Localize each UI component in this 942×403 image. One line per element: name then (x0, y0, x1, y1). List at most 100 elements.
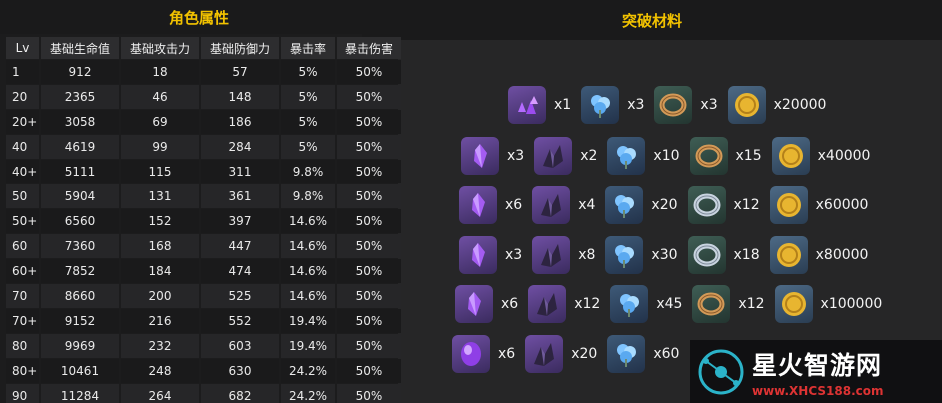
col-header-lv: Lv (6, 37, 39, 59)
dark-shard-icon (528, 285, 567, 323)
gold-coin-icon (727, 86, 766, 124)
silver-ring-icon (687, 186, 726, 224)
table-row: 40+ 5111 115 311 9.8% 50% (6, 159, 401, 184)
dark-shard-icon (532, 236, 571, 274)
table-cell: 474 (201, 259, 279, 284)
blue-flower-icon (610, 285, 649, 323)
table-cell: 9152 (41, 308, 119, 333)
material-item: x20000 (727, 86, 827, 124)
table-cell: 50% (337, 358, 401, 383)
table-cell: 184 (121, 259, 199, 284)
table-cell: 40 (6, 134, 39, 159)
table-row: 80+ 10461 248 630 24.2% 50% (6, 358, 401, 383)
table-cell: 90 (6, 383, 39, 403)
table-cell: 7852 (41, 259, 119, 284)
table-cell: 18 (121, 60, 199, 84)
table-cell: 912 (41, 60, 119, 84)
table-cell: 50% (337, 84, 401, 109)
table-cell: 70 (6, 284, 39, 308)
table-cell: 5% (281, 84, 335, 109)
table-cell: 5111 (41, 159, 119, 184)
bronze-ring-icon (654, 86, 693, 124)
material-item: x1 (508, 86, 571, 124)
material-row: x3 x2 x10 x15 x40000 (461, 137, 880, 175)
purple-crystal-icon (455, 285, 493, 323)
table-cell: 8660 (41, 284, 119, 308)
table-cell: 80 (6, 333, 39, 358)
table-cell: 50 (6, 184, 39, 209)
table-row: 60+ 7852 184 474 14.6% 50% (6, 259, 401, 284)
material-item: x8 (532, 236, 595, 274)
material-item: x12 (692, 285, 765, 323)
material-quantity: x12 (574, 296, 601, 312)
material-item: x12 (687, 186, 760, 224)
table-cell: 168 (121, 234, 199, 259)
table-row: 1 912 18 57 5% 50% (6, 60, 401, 84)
table-cell: 14.6% (281, 209, 335, 234)
material-item: x18 (687, 236, 760, 274)
table-cell: 9.8% (281, 159, 335, 184)
material-quantity: x15 (735, 148, 762, 164)
material-quantity: x20 (651, 197, 678, 213)
dark-shard-icon (525, 335, 564, 373)
gold-coin-icon (774, 285, 813, 323)
materials-header: 突破材料 (362, 0, 942, 40)
table-cell: 216 (121, 308, 199, 333)
table-cell: 50% (337, 109, 401, 134)
material-quantity: x6 (505, 197, 523, 213)
material-item: x2 (534, 137, 597, 175)
table-row: 60 7360 168 447 14.6% 50% (6, 234, 401, 259)
stats-header: 角色属性 (0, 0, 398, 34)
watermark-logo-icon (698, 349, 744, 394)
col-header-crit-rate: 暴击率 (281, 37, 335, 59)
stats-table: Lv 基础生命值 基础攻击力 基础防御力 暴击率 暴击伤害 1 912 18 57 5%… (4, 36, 403, 403)
table-cell: 40+ (6, 159, 39, 184)
col-header-def: 基础防御力 (201, 37, 279, 59)
table-cell: 447 (201, 234, 279, 259)
table-cell: 630 (201, 358, 279, 383)
table-cell: 5904 (41, 184, 119, 209)
table-cell: 525 (201, 284, 279, 308)
table-cell: 361 (201, 184, 279, 209)
gold-coin-icon (769, 186, 808, 224)
material-row: x6 x12 x45 x12 x100000 (455, 285, 892, 323)
purple-crystal-cluster-icon (508, 86, 546, 124)
table-row: 20 2365 46 148 5% 50% (6, 84, 401, 109)
col-header-atk: 基础攻击力 (121, 37, 199, 59)
silver-ring-icon (687, 236, 726, 274)
table-cell: 284 (201, 134, 279, 159)
material-item: x6 (455, 285, 518, 323)
material-item: x6 (459, 186, 522, 224)
material-row: x1 x3 x3 x20000 (508, 86, 836, 124)
material-item: x45 (610, 285, 682, 323)
gold-coin-icon (771, 137, 810, 175)
table-cell: 57 (201, 60, 279, 84)
table-cell: 46 (121, 84, 199, 109)
table-cell: 50% (337, 308, 401, 333)
material-item: x30 (605, 236, 678, 274)
material-item: x6 (452, 335, 515, 373)
blue-flower-icon (607, 335, 646, 373)
col-header-crit-dmg: 暴击伤害 (337, 37, 401, 59)
table-cell: 14.6% (281, 259, 335, 284)
material-item: x15 (689, 137, 762, 175)
table-cell: 50% (337, 184, 401, 209)
material-quantity: x3 (627, 97, 645, 113)
table-cell: 70+ (6, 308, 39, 333)
table-cell: 80+ (6, 358, 39, 383)
material-item: x100000 (774, 285, 882, 323)
table-cell: 60 (6, 234, 39, 259)
material-quantity: x4 (578, 197, 596, 213)
table-row: 50+ 6560 152 397 14.6% 50% (6, 209, 401, 234)
table-row: 20+ 3058 69 186 5% 50% (6, 109, 401, 134)
material-quantity: x20000 (773, 97, 827, 113)
purple-crystal-icon (459, 186, 497, 224)
blue-flower-icon (581, 86, 620, 124)
table-cell: 9.8% (281, 184, 335, 209)
material-quantity: x12 (738, 296, 765, 312)
table-cell: 603 (201, 333, 279, 358)
table-cell: 248 (121, 358, 199, 383)
gold-coin-icon (769, 236, 808, 274)
blue-flower-icon (605, 236, 644, 274)
material-quantity: x3 (507, 148, 525, 164)
